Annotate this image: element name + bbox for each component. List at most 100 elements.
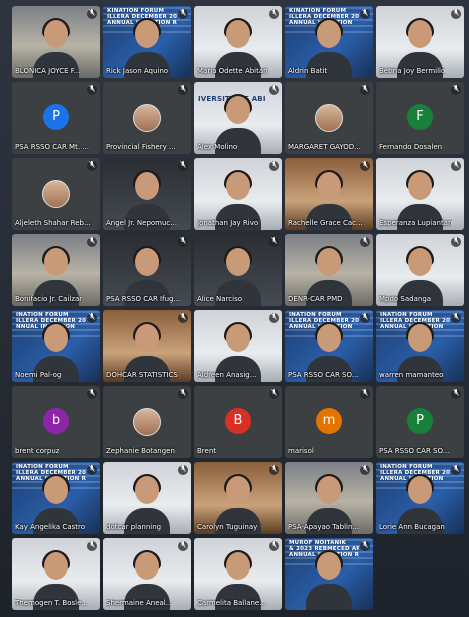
mic-muted-icon <box>360 389 370 399</box>
participant-name: MARGARET GAYOD... <box>288 143 361 151</box>
participant-avatar-photo <box>133 104 161 132</box>
participant-name: Shermaine Aneal... <box>106 599 173 607</box>
participant-avatar: B <box>225 408 251 434</box>
participant-name: Angel Jr. Nepomuc... <box>106 219 177 227</box>
participant-name: Noemi Pal-og <box>15 371 62 379</box>
participant-tile[interactable]: INATION FORUMILLERA DECEMBER 2023 &NNUAL… <box>12 310 100 382</box>
participant-name: Bonifacio Jr. Cailzar <box>15 295 83 303</box>
participant-tile[interactable]: Esperanza Lupiantan <box>376 158 464 230</box>
participant-name: PSA RSSO CAR Ifug... <box>106 295 181 303</box>
participant-tile[interactable]: KINATION FORUMILLERA DECEMBER 2023 &ANNU… <box>285 6 373 78</box>
participant-tile[interactable]: PSA RSSO CAR Ifug... <box>103 234 191 306</box>
participant-tile[interactable]: DOHCAR STATISTICS <box>103 310 191 382</box>
mic-muted-icon <box>451 313 461 323</box>
participant-tile[interactable]: Mpdo Sadanga <box>376 234 464 306</box>
participant-name: Aljeleth Shahar Reb... <box>15 219 91 227</box>
participant-name: Alex Molino <box>197 143 238 151</box>
participant-tile[interactable]: P PSA RSSO CAR Mt. ... <box>12 82 100 154</box>
participant-tile[interactable]: P PSA RSSO CAR SO... <box>376 386 464 458</box>
mic-muted-icon <box>87 161 97 171</box>
participant-tile[interactable]: Aljeleth Shahar Reb... <box>12 158 100 230</box>
participant-name: Esperanza Lupiantan <box>379 219 453 227</box>
mic-muted-icon <box>451 465 461 475</box>
participant-tile[interactable]: Rachelle Grace Cac... <box>285 158 373 230</box>
participant-tile[interactable]: m marisol <box>285 386 373 458</box>
participant-tile[interactable]: KINATION FORUMILLERA DECEMBER 2023 &ANNU… <box>103 6 191 78</box>
participant-name: DOHCAR STATISTICS <box>106 371 178 379</box>
participant-name: Carmelita Ballane... <box>197 599 266 607</box>
mic-muted-icon <box>360 465 370 475</box>
participant-name: Alice Narciso <box>197 295 243 303</box>
participant-name: brent corpuz <box>15 447 60 455</box>
participant-tile[interactable]: Carmelita Ballane... <box>194 538 282 610</box>
participant-tile[interactable]: INATION FORUMILLERA DECEMBER 2023 &ANNUA… <box>376 462 464 534</box>
mic-muted-icon <box>178 85 188 95</box>
participant-tile[interactable]: INATION FORUMILLERA DECEMBER 2023 &ANNUA… <box>285 310 373 382</box>
participant-tile[interactable]: Maria Odette Abitan <box>194 6 282 78</box>
participant-tile[interactable]: Alice Narciso <box>194 234 282 306</box>
mic-muted-icon <box>269 541 279 551</box>
mic-muted-icon <box>178 313 188 323</box>
mic-muted-icon <box>178 161 188 171</box>
participant-avatar-photo <box>315 104 343 132</box>
meeting-stage: BLONICA JOYCE F... KINATION FORUM ILLERA D… <box>0 0 469 617</box>
participant-tile[interactable]: MUROF NOITANIK& 2023 REBMECED ARELLIANNU… <box>285 538 373 610</box>
mic-muted-icon <box>360 313 370 323</box>
participant-video-feed <box>306 550 352 610</box>
mic-muted-icon <box>87 9 97 19</box>
participant-grid: BLONICA JOYCE F... KINATION FORUM ILLERA D… <box>12 6 467 612</box>
participant-tile[interactable]: INATION FORUMILLERA DECEMBER 2023 &ANNUA… <box>376 310 464 382</box>
participant-name: BLONICA JOYCE F... <box>15 67 81 75</box>
mic-muted-icon <box>178 465 188 475</box>
participant-name: Provincial Fishery ... <box>106 143 176 151</box>
participant-tile[interactable]: Carolyn Tuguinay <box>194 462 282 534</box>
participant-tile[interactable]: Zephanie Botangen <box>103 386 191 458</box>
participant-tile[interactable]: B Brent <box>194 386 282 458</box>
participant-name: PSA RSSO CAR SO... <box>288 371 359 379</box>
participant-name: DENR-CAR PMD <box>288 295 343 303</box>
mic-muted-icon <box>178 237 188 247</box>
participant-name: Aldreen Anasig... <box>197 371 257 379</box>
participant-name: Mpdo Sadanga <box>379 295 432 303</box>
mic-muted-icon <box>269 389 279 399</box>
mic-muted-icon <box>87 541 97 551</box>
participant-tile[interactable]: Aldreen Anasig... <box>194 310 282 382</box>
participant-name: Lorie Ann Bucagan <box>379 523 445 531</box>
mic-muted-icon <box>360 85 370 95</box>
participant-tile[interactable]: BLONICA JOYCE F... <box>12 6 100 78</box>
participant-name: Kay Angelika Castro <box>15 523 86 531</box>
participant-tile[interactable]: DENR-CAR PMD <box>285 234 373 306</box>
mic-muted-icon <box>451 237 461 247</box>
participant-tile[interactable]: Betina Joy Bermillo <box>376 6 464 78</box>
mic-muted-icon <box>360 237 370 247</box>
participant-tile[interactable]: Shermaine Aneal... <box>103 538 191 610</box>
participant-name: Betina Joy Bermillo <box>379 67 446 75</box>
mic-muted-icon <box>87 389 97 399</box>
participant-tile[interactable]: Provincial Fishery ... <box>103 82 191 154</box>
participant-tile[interactable]: Themogen T. Bosle... <box>12 538 100 610</box>
mic-muted-icon <box>178 9 188 19</box>
participant-tile[interactable]: F Fernando Dosalen <box>376 82 464 154</box>
participant-name: PSA-Apayao Tablin... <box>288 523 360 531</box>
participant-name: Brent <box>197 447 217 455</box>
participant-tile[interactable]: Bonifacio Jr. Cailzar <box>12 234 100 306</box>
participant-tile[interactable]: IVERSITY OF ABIAlex Molino <box>194 82 282 154</box>
participant-name: marisol <box>288 447 314 455</box>
participant-tile[interactable]: Jonathan Jay Rivo <box>194 158 282 230</box>
participant-name: Rachelle Grace Cac... <box>288 219 363 227</box>
mic-muted-icon <box>269 161 279 171</box>
participant-tile[interactable]: b brent corpuz <box>12 386 100 458</box>
participant-name: PSA RSSO CAR Mt. ... <box>15 143 89 151</box>
participant-avatar: P <box>43 104 69 130</box>
participant-tile[interactable]: INATION FORUMILLERA DECEMBER 2023 &ANNUA… <box>12 462 100 534</box>
mic-muted-icon <box>269 9 279 19</box>
mic-muted-icon <box>451 9 461 19</box>
mic-muted-icon <box>87 313 97 323</box>
mic-muted-icon <box>360 161 370 171</box>
participant-tile[interactable]: PSA-Apayao Tablin... <box>285 462 373 534</box>
participant-tile[interactable]: MARGARET GAYOD... <box>285 82 373 154</box>
participant-tile[interactable]: dotcar planning <box>103 462 191 534</box>
participant-tile[interactable]: Angel Jr. Nepomuc... <box>103 158 191 230</box>
participant-avatar: P <box>407 408 433 434</box>
participant-name: Rick Jason Aquino <box>106 67 169 75</box>
